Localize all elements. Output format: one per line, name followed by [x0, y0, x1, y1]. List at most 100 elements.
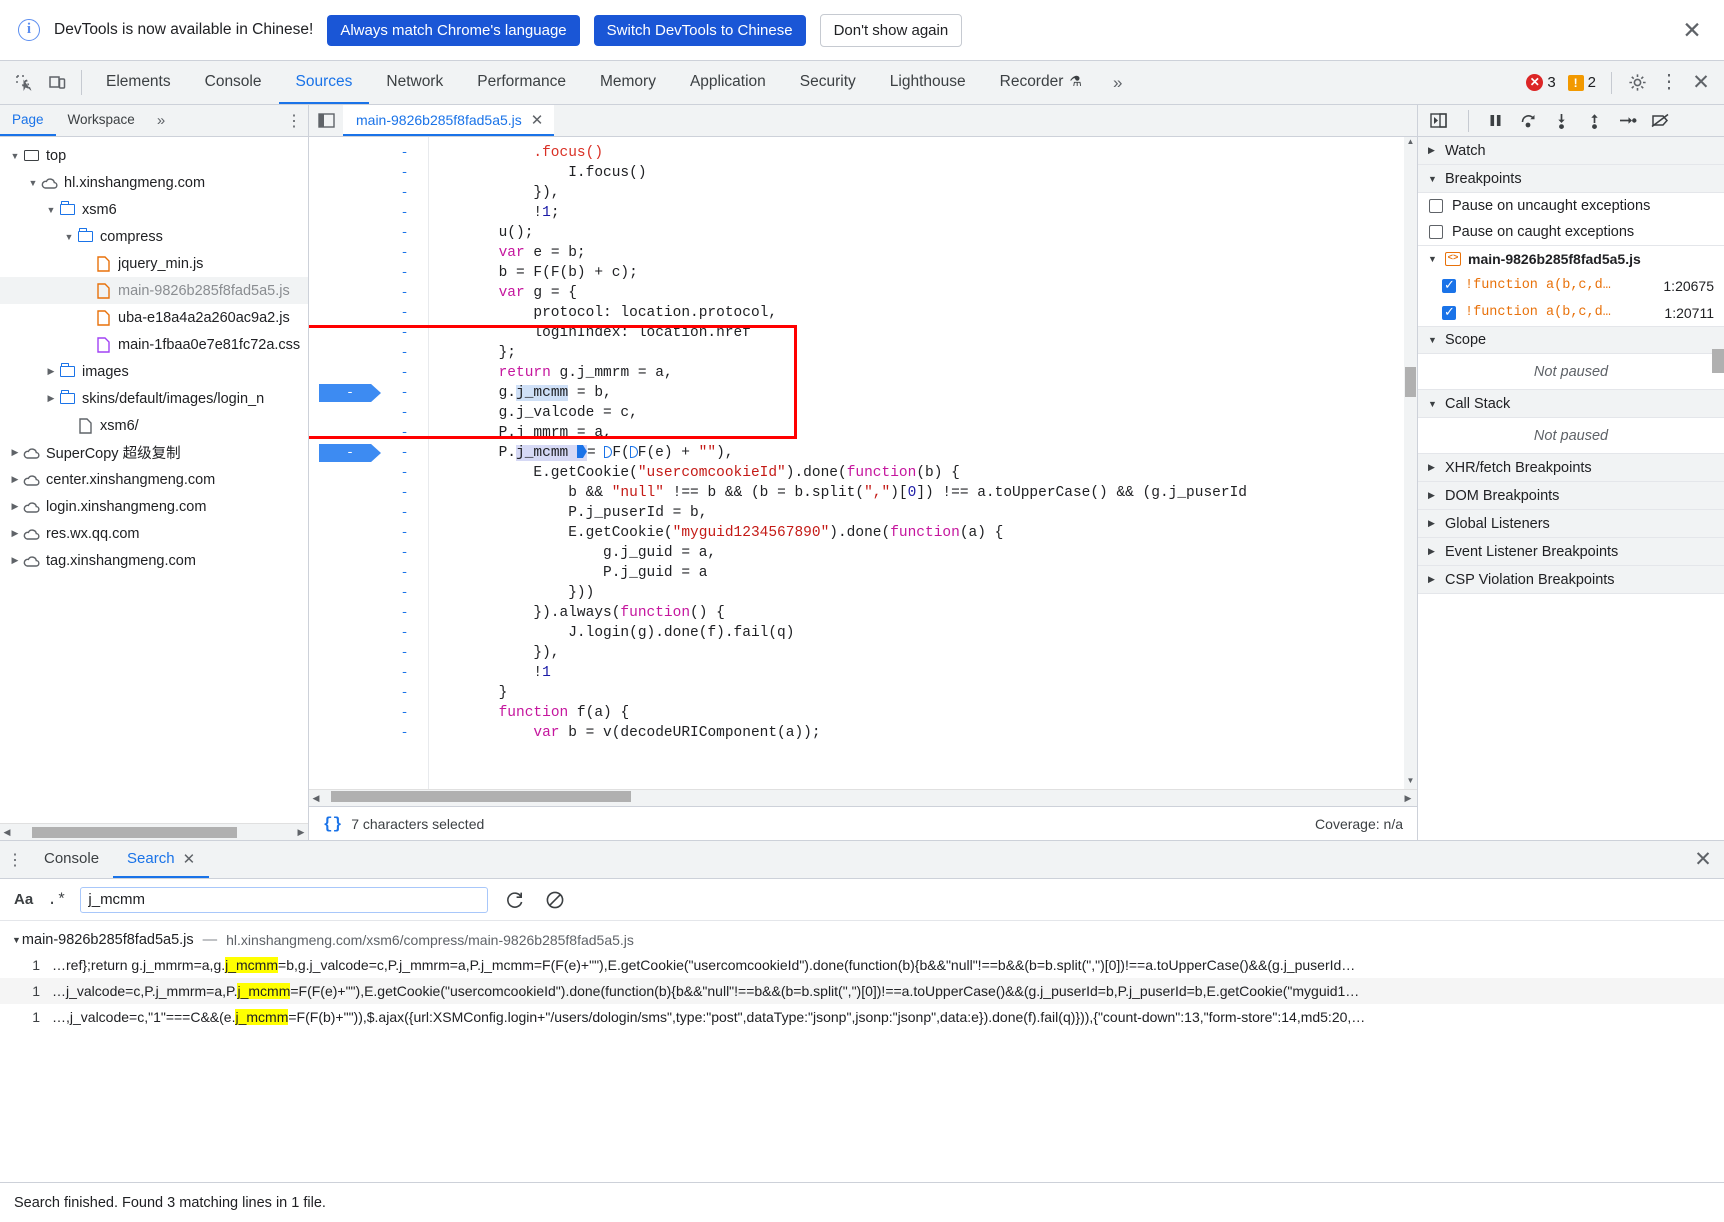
code-line[interactable]: .focus() — [429, 143, 1404, 163]
code-line[interactable]: E.getCookie("myguid1234567890").done(fun… — [429, 523, 1404, 543]
code-line[interactable]: }), — [429, 183, 1404, 203]
tree-item[interactable]: ▶ res.wx.qq.com — [0, 520, 308, 547]
scroll-up-icon[interactable]: ▲ — [1404, 137, 1417, 150]
pretty-print-icon[interactable]: {} — [323, 815, 342, 833]
close-icon[interactable]: ✕ — [531, 111, 544, 129]
checkbox[interactable] — [1442, 304, 1456, 320]
code-line[interactable]: !1 — [429, 663, 1404, 683]
tree-item[interactable]: ▶ tag.xinshangmeng.com — [0, 547, 308, 574]
breakpoint-file-group[interactable]: ▼ <> main-9826b285f8fad5a5.js — [1418, 245, 1724, 272]
match-case-toggle[interactable]: Aa — [14, 891, 33, 908]
code-line[interactable]: }), — [429, 643, 1404, 663]
code-line[interactable]: g.j_guid = a, — [429, 543, 1404, 563]
show-debugger-icon[interactable] — [1423, 108, 1453, 134]
search-result-line[interactable]: 1 …j_valcode=c,P.j_mmrm=a,P.j_mcmm=F(F(e)… — [0, 978, 1724, 1004]
search-result-file[interactable]: ▼ main-9826b285f8fad5a5.js — hl.xinshangmen… — [0, 927, 1724, 952]
scroll-right-icon[interactable]: ▶ — [294, 827, 308, 838]
section-call-stack[interactable]: ▼ Call Stack — [1418, 390, 1724, 418]
chevron-down-icon[interactable]: ▼ — [12, 935, 21, 945]
tree-item[interactable]: ▼ hl.xinshangmeng.com — [0, 169, 308, 196]
deactivate-breakpoints-icon[interactable] — [1645, 108, 1675, 134]
tab-lighthouse[interactable]: Lighthouse — [873, 61, 983, 104]
code-editor[interactable]: -- ------------------------------ .focus… — [309, 137, 1417, 789]
code-line[interactable]: g.j_valcode = c, — [429, 403, 1404, 423]
step-icon[interactable] — [1612, 108, 1642, 134]
checkbox[interactable] — [1429, 199, 1443, 213]
tree-item[interactable]: ▶main-1fbaa0e7e81fc72a.css — [0, 331, 308, 358]
tree-item[interactable]: ▶ login.xinshangmeng.com — [0, 493, 308, 520]
inspect-element-icon[interactable] — [6, 61, 40, 104]
search-result-line[interactable]: 1 …ref};return g.j_mmrm=a,g.j_mcmm=b,g.j_… — [0, 952, 1724, 978]
section-breakpoints[interactable]: ▼ Breakpoints — [1418, 165, 1724, 193]
more-tabs-icon[interactable]: » — [1099, 61, 1136, 104]
navigator-kebab-icon[interactable]: ⋮ — [280, 105, 308, 136]
search-result-line[interactable]: 1 …,j_valcode=c,"1"===C&&(e.j_mcmm=F(F(b)… — [0, 1004, 1724, 1030]
code-line[interactable]: var g = { — [429, 283, 1404, 303]
kebab-menu-icon[interactable]: ⋮ — [1654, 68, 1684, 98]
section-watch[interactable]: ▶ Watch — [1418, 137, 1724, 165]
tab-sources[interactable]: Sources — [278, 61, 370, 104]
error-count-badge[interactable]: ✕ 3 — [1521, 74, 1560, 91]
chevron-right-icon[interactable]: ▶ — [8, 528, 22, 539]
tab-performance[interactable]: Performance — [460, 61, 583, 104]
close-drawer-icon[interactable]: ✕ — [1682, 841, 1724, 878]
code-line[interactable]: !1; — [429, 203, 1404, 223]
scroll-thumb[interactable] — [1405, 367, 1416, 397]
breakpoint-gutter[interactable]: -- — [309, 137, 381, 789]
gear-icon[interactable] — [1622, 68, 1652, 98]
dont-show-again-button[interactable]: Don't show again — [819, 13, 963, 47]
section-csp-violation-breakpoints[interactable]: ▶ CSP Violation Breakpoints — [1418, 566, 1724, 594]
breakpoint-marker[interactable]: - — [319, 444, 381, 462]
tree-item[interactable]: ▶ center.xinshangmeng.com — [0, 466, 308, 493]
source-tab-main-js[interactable]: main-9826b285f8fad5a5.js ✕ — [343, 105, 555, 136]
chevron-right-icon[interactable]: ▶ — [8, 447, 22, 458]
code-line[interactable]: return g.j_mmrm = a, — [429, 363, 1404, 383]
resume-pause-icon[interactable] — [1480, 108, 1510, 134]
tab-application[interactable]: Application — [673, 61, 783, 104]
chevron-right-icon[interactable]: ▶ — [8, 501, 22, 512]
step-out-icon[interactable] — [1579, 108, 1609, 134]
code-line[interactable]: function f(a) { — [429, 703, 1404, 723]
section-global-listeners[interactable]: ▶ Global Listeners — [1418, 510, 1724, 538]
refresh-icon[interactable] — [502, 887, 528, 913]
tree-item[interactable]: ▶jquery_min.js — [0, 250, 308, 277]
chevron-down-icon[interactable]: ▼ — [62, 232, 76, 242]
drawer-tab-console[interactable]: Console — [30, 841, 113, 878]
tab-recorder[interactable]: Recorder ⚗ — [983, 61, 1099, 104]
switch-devtools-to-chinese-button[interactable]: Switch DevTools to Chinese — [593, 14, 806, 46]
close-devtools-icon[interactable]: ✕ — [1686, 68, 1716, 98]
code-line[interactable]: var e = b; — [429, 243, 1404, 263]
section-scope[interactable]: ▼ Scope — [1418, 326, 1724, 354]
code-line[interactable]: J.login(g).done(f).fail(q) — [429, 623, 1404, 643]
code-line[interactable]: g.j_mcmm = b, — [429, 383, 1404, 403]
inline-breakpoint-icon[interactable] — [629, 446, 638, 458]
tree-item[interactable]: ▼ top — [0, 142, 308, 169]
drawer-tab-search[interactable]: Search ✕ — [113, 841, 210, 878]
chevron-right-icon[interactable]: ▶ — [8, 555, 22, 566]
code-line[interactable]: P.j_mcmm = F(F(e) + ""), — [429, 443, 1404, 463]
tree-item[interactable]: ▶ images — [0, 358, 308, 385]
tree-item[interactable]: ▼ compress — [0, 223, 308, 250]
chevron-right-icon[interactable]: ▶ — [44, 366, 58, 377]
show-navigator-icon[interactable] — [309, 105, 343, 136]
tree-item[interactable]: ▶xsm6/ — [0, 412, 308, 439]
breakpoint-item[interactable]: !function a(b,c,d… 1:20675 — [1418, 272, 1724, 299]
tab-security[interactable]: Security — [783, 61, 873, 104]
chevron-down-icon[interactable]: ▼ — [44, 205, 58, 215]
code-line[interactable]: P.j_guid = a — [429, 563, 1404, 583]
code-line[interactable]: P.j_puserId = b, — [429, 503, 1404, 523]
breakpoint-marker[interactable]: - — [319, 384, 381, 402]
navigator-hscrollbar[interactable]: ◀ ▶ — [0, 823, 308, 840]
code-line[interactable]: loginIndex: location.href — [429, 323, 1404, 343]
tab-network[interactable]: Network — [369, 61, 460, 104]
device-toolbar-icon[interactable] — [40, 61, 74, 104]
scroll-left-icon[interactable]: ◀ — [0, 827, 14, 838]
tree-item[interactable]: ▶ SuperCopy 超级复制 — [0, 439, 308, 466]
step-into-icon[interactable] — [1546, 108, 1576, 134]
chevron-down-icon[interactable]: ▼ — [8, 151, 22, 161]
code-line[interactable]: b = F(F(b) + c); — [429, 263, 1404, 283]
warning-count-badge[interactable]: ! 2 — [1563, 74, 1601, 91]
pause-on-caught-exceptions-row[interactable]: Pause on caught exceptions — [1418, 219, 1724, 245]
tab-memory[interactable]: Memory — [583, 61, 673, 104]
code-line[interactable]: u(); — [429, 223, 1404, 243]
